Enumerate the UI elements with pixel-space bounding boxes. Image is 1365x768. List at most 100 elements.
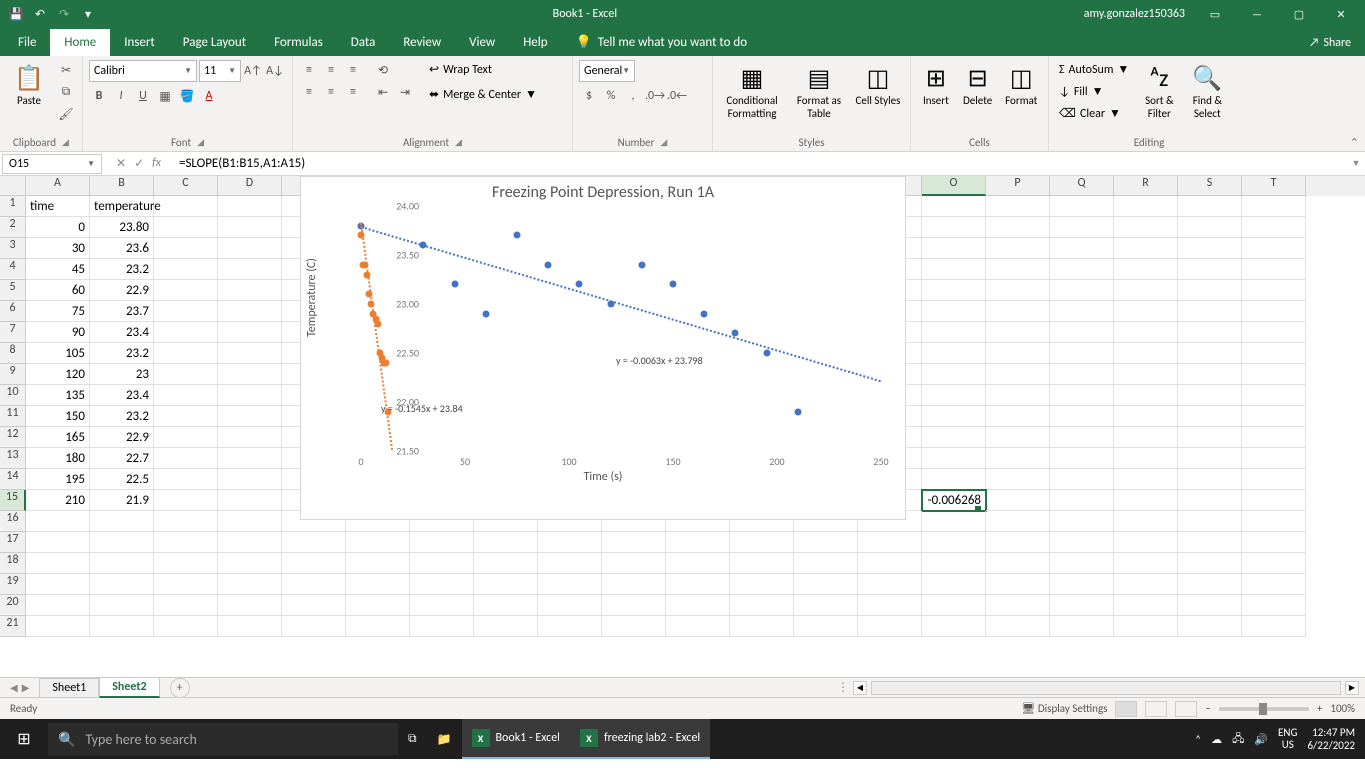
cell[interactable] xyxy=(218,364,282,385)
cell[interactable] xyxy=(1114,427,1178,448)
cell[interactable] xyxy=(26,511,90,532)
cell[interactable]: 22.7 xyxy=(90,448,154,469)
cell[interactable] xyxy=(858,574,922,595)
row-header[interactable]: 17 xyxy=(0,532,26,553)
tab-view[interactable]: View xyxy=(455,29,509,56)
row-header[interactable]: 4 xyxy=(0,259,26,280)
cell[interactable] xyxy=(154,427,218,448)
number-format-combo[interactable]: General▼ xyxy=(579,60,635,82)
cell[interactable] xyxy=(154,532,218,553)
cell[interactable] xyxy=(474,574,538,595)
tab-file[interactable]: File xyxy=(4,29,50,56)
cell[interactable] xyxy=(154,448,218,469)
cell[interactable]: 23.2 xyxy=(90,343,154,364)
redo-icon[interactable]: ↷ xyxy=(56,6,72,22)
cell[interactable] xyxy=(986,448,1050,469)
cell[interactable] xyxy=(282,574,346,595)
cell[interactable] xyxy=(1114,322,1178,343)
collapse-ribbon-icon[interactable]: ⌃ xyxy=(1350,136,1359,149)
align-left-icon[interactable]: ≡ xyxy=(299,82,319,102)
cell[interactable] xyxy=(986,511,1050,532)
chart-title[interactable]: Freezing Point Depression, Run 1A xyxy=(301,177,905,206)
column-header[interactable]: S xyxy=(1178,176,1242,196)
column-header[interactable]: Q xyxy=(1050,176,1114,196)
format-painter-icon[interactable]: 🖌 xyxy=(56,104,76,124)
cell[interactable] xyxy=(1114,616,1178,637)
cell[interactable] xyxy=(1114,553,1178,574)
network-icon[interactable]: 🖧 xyxy=(1232,730,1244,749)
cell[interactable] xyxy=(1050,553,1114,574)
cell[interactable] xyxy=(154,469,218,490)
cell[interactable] xyxy=(346,616,410,637)
comma-icon[interactable]: , xyxy=(623,86,643,106)
delete-cells-button[interactable]: ⊟Delete xyxy=(959,60,997,109)
cell[interactable] xyxy=(1178,301,1242,322)
cell[interactable] xyxy=(218,385,282,406)
tell-me-search[interactable]: 💡 Tell me what you want to do xyxy=(562,29,762,56)
cell[interactable] xyxy=(986,364,1050,385)
column-header[interactable]: C xyxy=(154,176,218,196)
share-button[interactable]: ↗ Share xyxy=(1295,30,1365,56)
cell[interactable] xyxy=(922,448,986,469)
cell[interactable] xyxy=(1242,301,1306,322)
display-settings-button[interactable]: 🖥 Display Settings xyxy=(1021,702,1107,715)
cell[interactable]: 45 xyxy=(26,259,90,280)
cell[interactable] xyxy=(602,595,666,616)
cell[interactable] xyxy=(218,322,282,343)
row-header[interactable]: 20 xyxy=(0,595,26,616)
cell[interactable] xyxy=(1114,406,1178,427)
cell[interactable] xyxy=(474,595,538,616)
cell[interactable]: 0 xyxy=(26,217,90,238)
cell[interactable]: 23.2 xyxy=(90,259,154,280)
cell[interactable] xyxy=(218,427,282,448)
cell[interactable] xyxy=(1242,196,1306,217)
cell[interactable] xyxy=(218,574,282,595)
font-name-combo[interactable]: Calibri▼ xyxy=(89,60,197,82)
cell[interactable] xyxy=(154,385,218,406)
cell[interactable] xyxy=(986,322,1050,343)
cell[interactable] xyxy=(154,301,218,322)
cell[interactable] xyxy=(1114,238,1178,259)
cell[interactable] xyxy=(1178,427,1242,448)
cell[interactable] xyxy=(1178,385,1242,406)
increase-indent-icon[interactable]: ⇥ xyxy=(395,82,415,102)
cell[interactable]: 105 xyxy=(26,343,90,364)
cell[interactable] xyxy=(986,532,1050,553)
cell[interactable] xyxy=(794,595,858,616)
cell[interactable] xyxy=(1114,301,1178,322)
trendline[interactable] xyxy=(360,223,393,450)
cell[interactable] xyxy=(1114,490,1178,511)
cell[interactable] xyxy=(986,595,1050,616)
cell[interactable] xyxy=(90,616,154,637)
cell[interactable] xyxy=(154,490,218,511)
align-right-icon[interactable]: ≡ xyxy=(343,82,363,102)
minimize-icon[interactable]: — xyxy=(1237,0,1277,28)
chart[interactable]: Freezing Point Depression, Run 1A Temper… xyxy=(300,176,906,520)
data-point[interactable] xyxy=(670,281,677,288)
cell[interactable] xyxy=(1242,343,1306,364)
row-header[interactable]: 2 xyxy=(0,217,26,238)
align-bottom-icon[interactable]: ≡ xyxy=(343,60,363,80)
zoom-in-icon[interactable]: + xyxy=(1317,702,1322,715)
cell[interactable] xyxy=(1242,427,1306,448)
cell[interactable] xyxy=(986,616,1050,637)
cell[interactable] xyxy=(986,238,1050,259)
cell[interactable] xyxy=(154,217,218,238)
clear-button[interactable]: ⌫Clear▼ xyxy=(1055,104,1133,123)
cell[interactable] xyxy=(154,280,218,301)
borders-icon[interactable]: ▦ xyxy=(155,86,175,106)
cell[interactable] xyxy=(1178,574,1242,595)
cell[interactable] xyxy=(90,511,154,532)
tray-chevron-icon[interactable]: ˄ xyxy=(1195,733,1201,746)
cell[interactable] xyxy=(922,511,986,532)
data-point[interactable] xyxy=(638,261,645,268)
row-header[interactable]: 6 xyxy=(0,301,26,322)
hscroll-track[interactable] xyxy=(871,681,1341,695)
cell[interactable] xyxy=(474,616,538,637)
cell[interactable] xyxy=(218,301,282,322)
cell[interactable] xyxy=(218,259,282,280)
cell[interactable] xyxy=(1050,616,1114,637)
page-layout-view-icon[interactable] xyxy=(1145,701,1167,717)
cell[interactable] xyxy=(538,532,602,553)
cell[interactable] xyxy=(1242,574,1306,595)
